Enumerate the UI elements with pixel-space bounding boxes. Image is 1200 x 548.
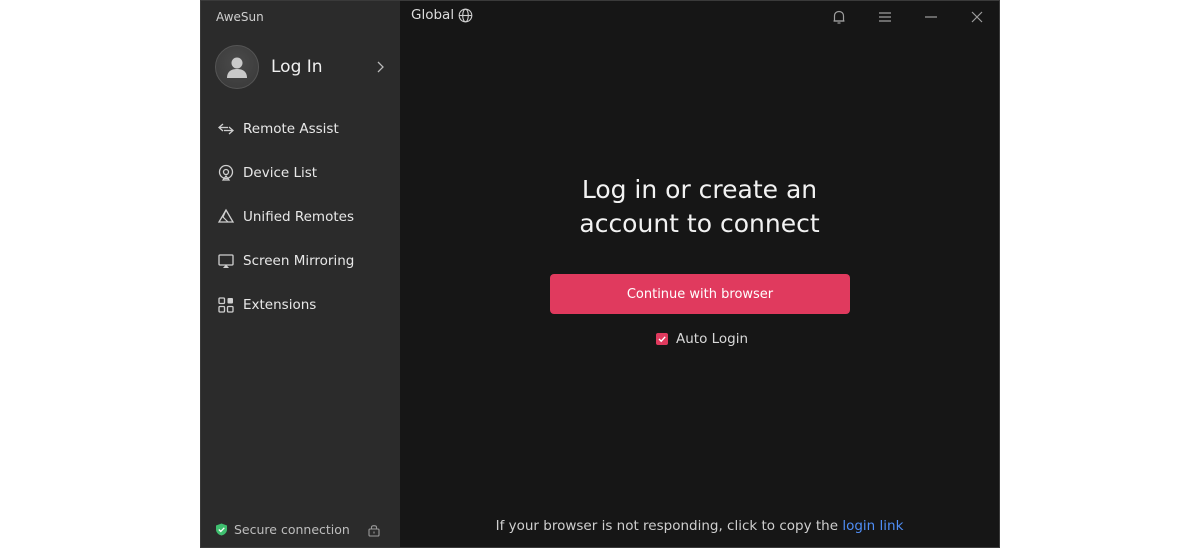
avatar (215, 45, 259, 89)
screen-mirroring-icon (217, 252, 235, 270)
bell-icon (833, 10, 845, 24)
menu-button[interactable] (873, 5, 897, 29)
close-icon (971, 11, 983, 23)
window-controls (805, 5, 989, 29)
auto-login-checkbox[interactable]: Auto Login (656, 331, 748, 347)
unified-remotes-icon (217, 208, 235, 226)
main-panel: Global Log in or create an account to co… (400, 1, 999, 547)
device-list-icon (217, 164, 235, 182)
sidebar-item-extensions[interactable]: Extensions (201, 283, 400, 327)
lock-icon[interactable] (367, 523, 381, 537)
login-label: Log In (271, 57, 323, 77)
sidebar-nav: Remote Assist Device List Unified Remote… (201, 107, 400, 327)
sidebar-item-unified-remotes[interactable]: Unified Remotes (201, 195, 400, 239)
shield-check-icon (216, 523, 227, 536)
browser-help-text: If your browser is not responding, click… (495, 518, 843, 534)
sidebar-item-screen-mirroring[interactable]: Screen Mirroring (201, 239, 400, 283)
page-title-line-2: account to connect (579, 209, 820, 238)
sidebar-item-label: Unified Remotes (243, 209, 354, 225)
app-title: AweSun (216, 10, 264, 24)
globe-icon (458, 8, 473, 22)
extensions-icon (217, 296, 235, 314)
auto-login-label: Auto Login (676, 331, 749, 347)
sidebar-item-remote-assist[interactable]: Remote Assist (201, 107, 400, 151)
user-icon (227, 57, 247, 78)
continue-with-browser-button[interactable]: Continue with browser (550, 274, 850, 314)
secure-connection-status: Secure connection (215, 522, 350, 537)
notifications-button[interactable] (827, 5, 851, 29)
chevron-right-icon (377, 61, 384, 73)
close-button[interactable] (965, 5, 989, 29)
app-window: AweSun Log In Remote Assist Device List … (200, 0, 1000, 548)
secure-connection-label: Secure connection (234, 522, 350, 537)
copy-login-link[interactable]: login link (842, 518, 903, 534)
sidebar-item-label: Device List (243, 165, 318, 181)
page-title: Log in or create an account to connect (400, 173, 999, 241)
sidebar-item-device-list[interactable]: Device List (201, 151, 400, 195)
region-label: Global (411, 7, 455, 23)
region-selector[interactable]: Global (411, 7, 473, 23)
sidebar: AweSun Log In Remote Assist Device List … (201, 1, 400, 547)
minimize-button[interactable] (919, 5, 943, 29)
sidebar-item-label: Remote Assist (243, 121, 339, 137)
hamburger-icon (879, 12, 891, 22)
checkbox-checked-icon (656, 333, 668, 345)
minimize-icon (925, 16, 937, 18)
sidebar-item-label: Screen Mirroring (243, 253, 355, 269)
browser-help-note: If your browser is not responding, click… (400, 518, 999, 534)
remote-assist-icon (217, 120, 235, 138)
page-title-line-1: Log in or create an (581, 175, 818, 204)
sidebar-item-label: Extensions (243, 297, 317, 313)
login-button[interactable]: Log In (215, 45, 387, 89)
